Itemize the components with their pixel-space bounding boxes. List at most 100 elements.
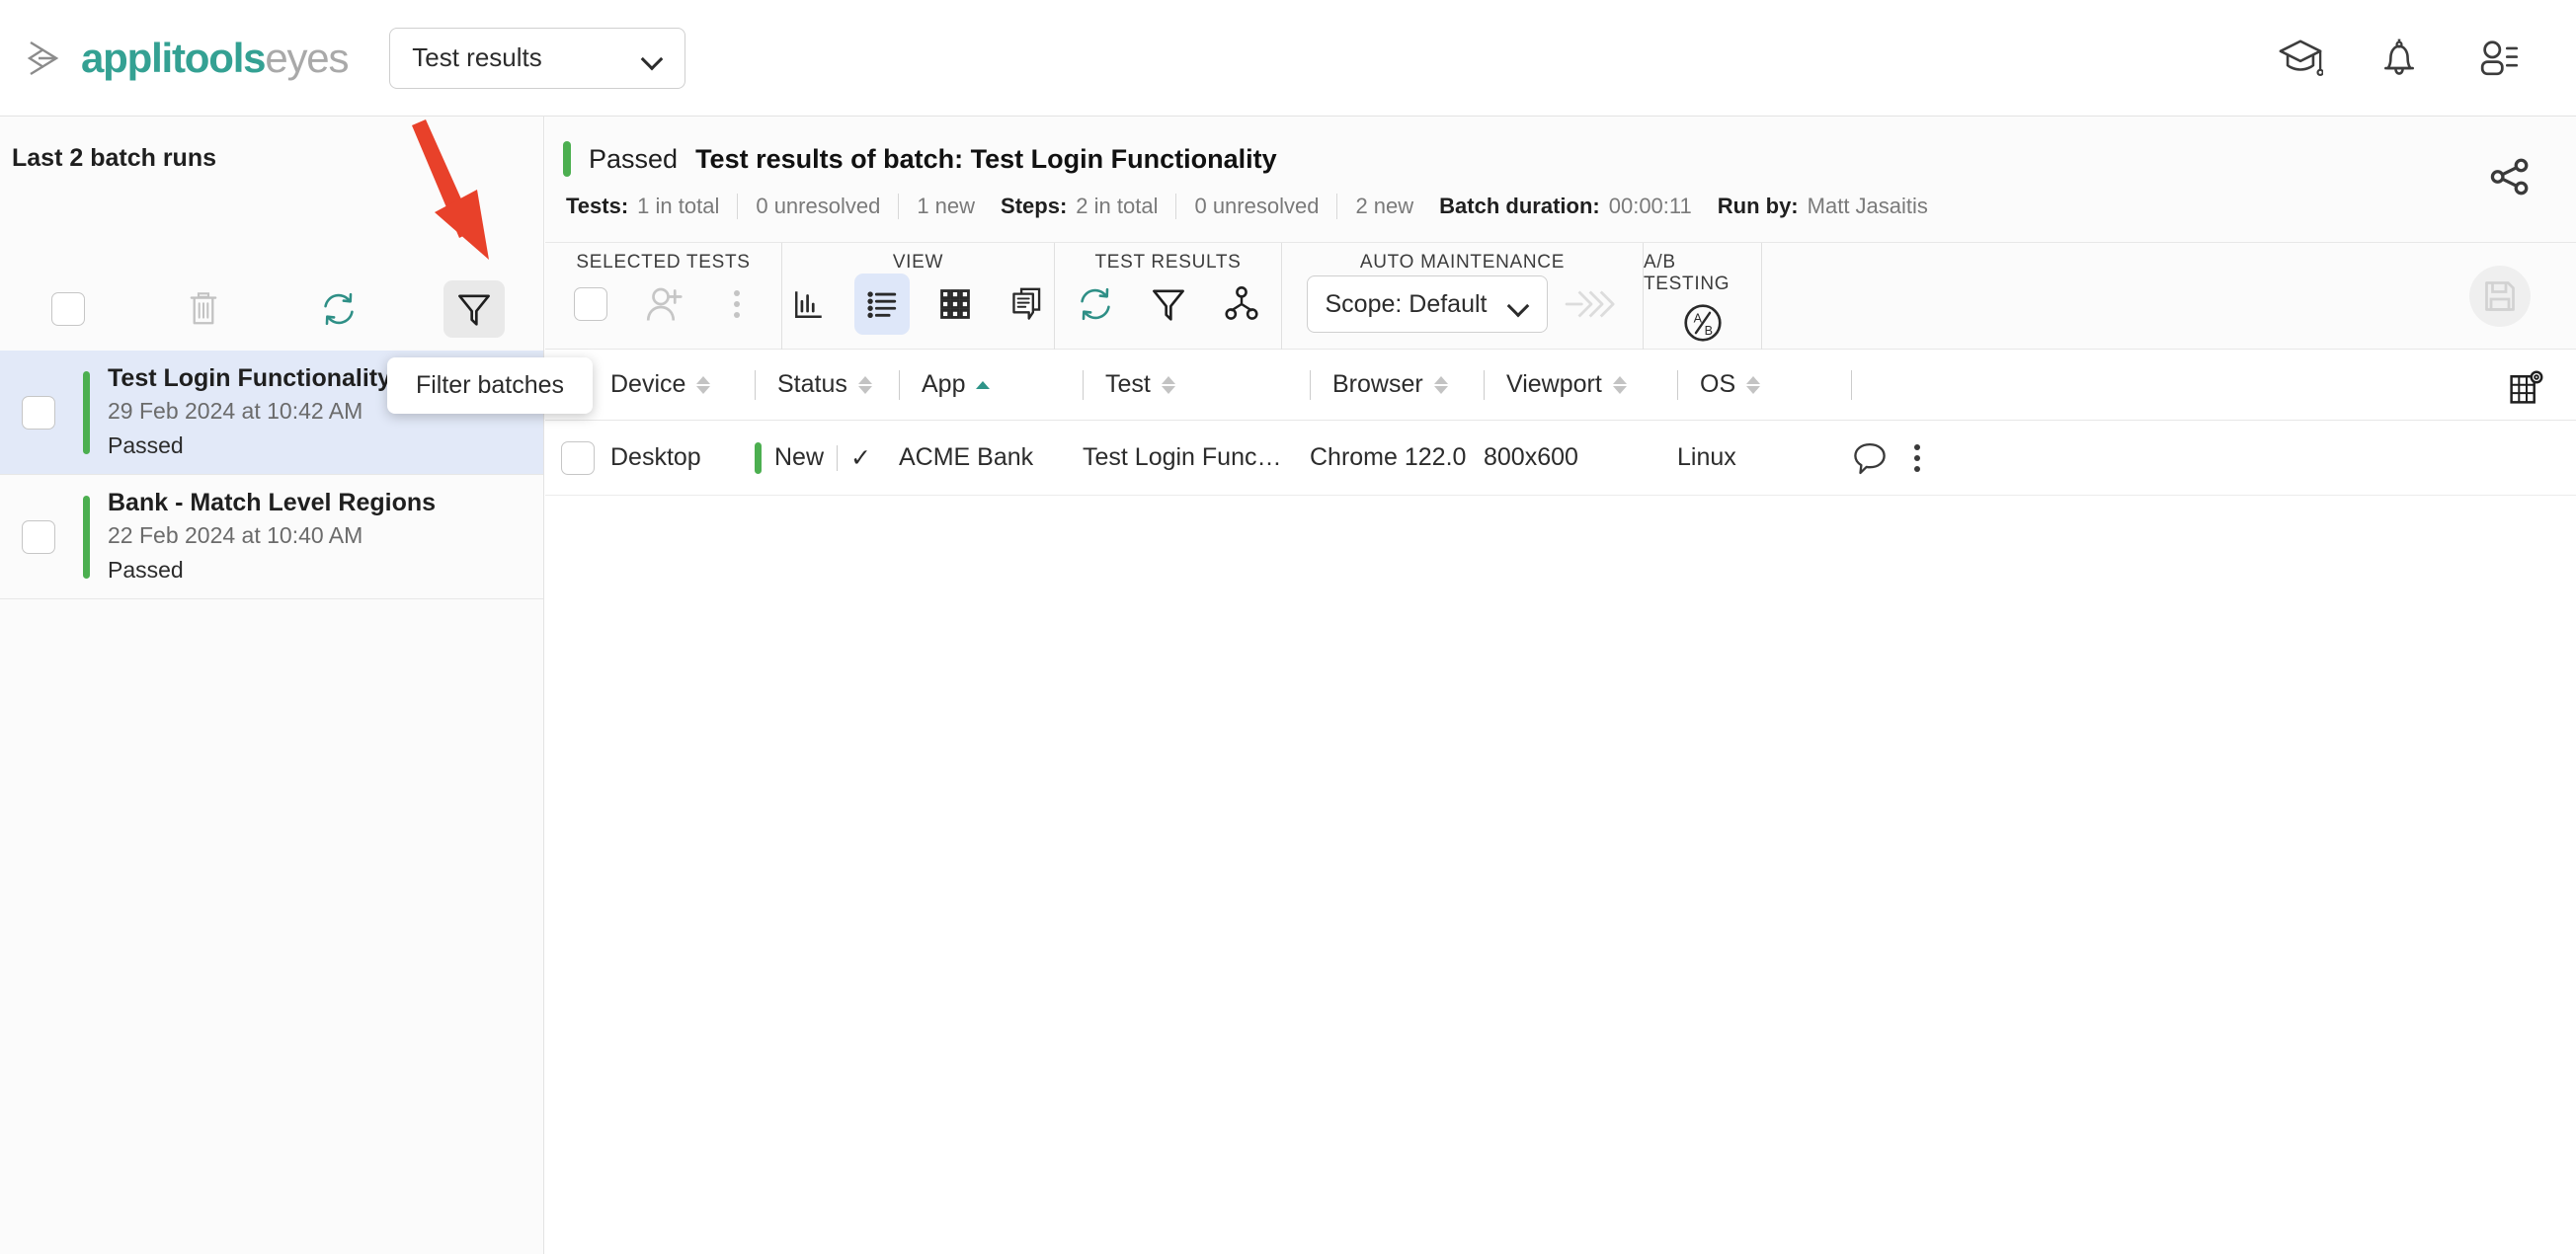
batch-item-checkbox[interactable] (22, 519, 55, 554)
sort-viewport-icon[interactable] (1612, 375, 1627, 394)
save-icon (2485, 281, 2515, 311)
column-header-app-label: App (922, 370, 966, 398)
stat-divider (898, 194, 900, 219)
sort-test-icon[interactable] (1161, 375, 1175, 394)
cell-test: Test Login Func… (1083, 443, 1282, 471)
results-hierarchy-icon[interactable] (1222, 284, 1261, 324)
product-selector-value: Test results (412, 42, 542, 72)
sort-app-icon[interactable] (976, 380, 991, 389)
column-header-os[interactable]: OS (1677, 350, 1851, 421)
column-header-status[interactable]: Status (755, 350, 899, 421)
sidebar-refresh-slot (271, 280, 406, 338)
applitools-logo[interactable]: applitoolseyes (26, 34, 349, 82)
logo-applitools: applitools (81, 34, 267, 81)
column-divider (755, 369, 756, 400)
column-divider (1083, 369, 1084, 400)
ab-testing-icon[interactable]: A B (1681, 301, 1725, 345)
results-filter-slot (1132, 285, 1205, 323)
batch-item-checkbox[interactable] (22, 395, 55, 430)
sort-device-icon[interactable] (696, 375, 711, 394)
runby-label: Run by: (1717, 194, 1799, 218)
sidebar-filter-slot (406, 280, 541, 338)
selected-tests-group-label: SELECTED TESTS (576, 252, 751, 273)
application-root: applitoolseyes Test results Last 2 batch… (0, 0, 2576, 1254)
view-batch-button[interactable] (1001, 274, 1056, 335)
results-group-slot (1205, 284, 1278, 324)
column-header-browser[interactable]: Browser (1310, 350, 1484, 421)
status-badge: New ✓ (755, 441, 871, 474)
test-results-group-label: TEST RESULTS (1094, 252, 1242, 273)
logo-eyes: eyes (265, 34, 349, 81)
product-selector[interactable]: Test results (389, 27, 686, 89)
refresh-batches-button[interactable] (308, 280, 369, 338)
select-all-checkbox[interactable] (50, 292, 85, 326)
selected-tests-checkbox[interactable] (573, 287, 607, 321)
duration-value: 00:00:11 (1608, 194, 1692, 218)
column-header-viewport[interactable]: Viewport (1484, 350, 1677, 421)
view-chart-button[interactable] (781, 274, 837, 335)
filter-batches-button[interactable] (443, 280, 505, 338)
stat-divider (1336, 194, 1338, 219)
results-refresh-icon[interactable] (1076, 284, 1115, 324)
batch-item-date: 29 Feb 2024 at 10:42 AM (108, 398, 363, 424)
share-icon[interactable] (2487, 154, 2533, 199)
toolbar-spacer (1761, 243, 2576, 350)
tests-unresolved: 0 unresolved (756, 194, 881, 218)
apply-maintenance-icon[interactable] (1564, 286, 1619, 322)
batch-header: Passed Test results of batch: Test Login… (545, 117, 2576, 243)
list-icon (866, 291, 896, 319)
sidebar-select-all-slot (0, 292, 135, 326)
delete-batches-button[interactable] (173, 280, 234, 338)
sort-browser-icon[interactable] (1433, 375, 1448, 394)
refresh-icon (323, 292, 354, 326)
row-more-icon[interactable] (1914, 443, 1920, 472)
batch-item-name: Test Login Functionality (108, 364, 392, 392)
comment-icon[interactable] (1851, 439, 1889, 477)
column-header-test[interactable]: Test (1083, 350, 1310, 421)
view-list-button[interactable] (853, 274, 910, 335)
results-filter-icon[interactable] (1150, 285, 1187, 323)
row-checkbox[interactable] (561, 440, 595, 475)
results-refresh-slot (1059, 284, 1132, 324)
svg-text:B: B (1704, 323, 1712, 337)
table-row[interactable]: Desktop New ✓ ACME Bank Test Login Func…… (545, 421, 2576, 496)
sort-os-icon[interactable] (1746, 375, 1761, 394)
batch-list-item[interactable]: Bank - Match Level Regions 22 Feb 2024 a… (0, 475, 543, 599)
assign-user-icon[interactable] (643, 283, 684, 325)
batch-runs-sidebar: Last 2 batch runs Test Login Functionali… (0, 117, 544, 1254)
chevron-down-icon (643, 51, 665, 64)
batch-title: Test results of batch: Test Login Functi… (695, 144, 1277, 175)
save-button (2469, 266, 2531, 327)
toolbar-group-selected-tests: SELECTED TESTS (545, 243, 781, 350)
steps-new: 2 new (1355, 194, 1414, 218)
selected-tests-more-icon[interactable] (733, 290, 740, 318)
toolbar-group-view: VIEW (781, 243, 1054, 350)
filter-batches-tooltip: Filter batches (387, 357, 593, 414)
status-accept-icon[interactable]: ✓ (850, 443, 871, 473)
column-header-app[interactable]: App (899, 350, 1083, 421)
batch-item-status: Passed (108, 556, 184, 583)
academy-icon[interactable] (2278, 36, 2323, 81)
column-header-device[interactable]: Device (610, 350, 755, 421)
selected-tests-more-slot (700, 290, 773, 318)
sort-status-icon[interactable] (857, 375, 872, 394)
batch-status-bar (83, 370, 90, 454)
view-actions (772, 274, 1065, 335)
selected-tests-actions (554, 274, 773, 335)
tests-new: 1 new (917, 194, 976, 218)
account-icon[interactable] (2475, 36, 2521, 81)
column-header-viewport-label: Viewport (1506, 370, 1602, 398)
steps-label: Steps: (1001, 194, 1068, 218)
cell-status: New ✓ (755, 421, 899, 496)
sidebar-toolbar (0, 268, 543, 351)
table-settings-icon[interactable] (2507, 367, 2546, 407)
duration-label: Batch duration: (1439, 194, 1600, 218)
scope-dropdown[interactable]: Scope: Default (1306, 275, 1548, 333)
batch-item-status: Passed (108, 431, 184, 458)
selected-tests-checkbox-slot (554, 287, 627, 321)
view-grid-button[interactable] (927, 274, 983, 335)
tests-label: Tests: (566, 194, 629, 218)
results-table-header: Device Status App Test Browser Viewport … (545, 350, 2576, 421)
notifications-icon[interactable] (2376, 36, 2422, 81)
chevron-down-icon (1509, 298, 1531, 311)
